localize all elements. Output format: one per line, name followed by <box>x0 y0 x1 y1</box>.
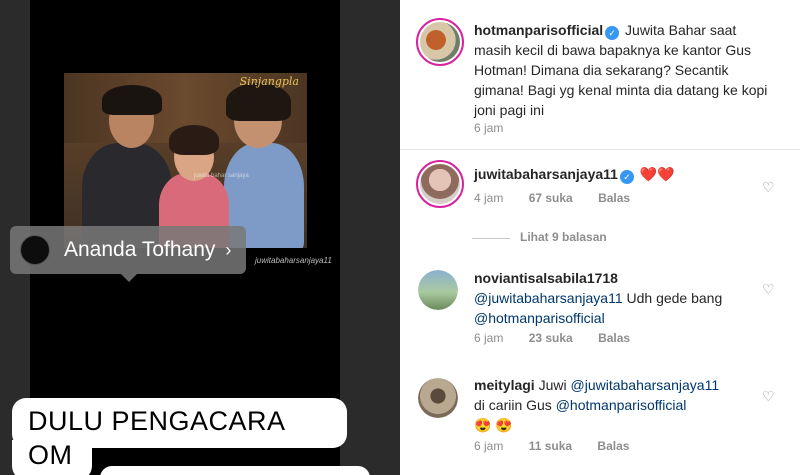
replies-line <box>472 238 510 239</box>
reply-button[interactable]: Balas <box>598 331 630 345</box>
comment-text: meitylagi Juwi @juwitabaharsanjaya11 di … <box>474 377 720 433</box>
heart-icon[interactable]: ♡ <box>762 282 776 296</box>
mention-avatar <box>20 235 50 265</box>
caption-meta: 6 jam <box>474 121 525 135</box>
comment-meta: 6 jam 23 suka Balas <box>474 331 631 345</box>
comment-avatar[interactable] <box>418 270 458 310</box>
comment-avatar[interactable] <box>418 378 458 418</box>
view-replies-button[interactable]: Lihat 9 balasan <box>520 230 607 244</box>
comment-meta: 4 jam 67 suka Balas <box>474 191 631 205</box>
mention-link[interactable]: @juwitabaharsanjaya11 <box>571 377 720 393</box>
caption-username[interactable]: hotmanparisofficial <box>474 22 603 38</box>
comment-username[interactable]: juwitabaharsanjaya11 <box>474 166 618 182</box>
comment-username[interactable]: noviantisalsabila1718 <box>474 270 618 286</box>
mention-tag[interactable]: Ananda Tofhany › <box>10 226 246 274</box>
reply-button[interactable]: Balas <box>597 439 629 453</box>
comment-meta: 6 jam 11 suka Balas <box>474 439 630 453</box>
heart-icon[interactable]: ♡ <box>762 389 776 403</box>
caption-time: 6 jam <box>474 121 504 135</box>
story-photo: Sinjangpla juwita bahar sanjaya <box>64 73 307 248</box>
comment-username[interactable]: meitylagi <box>474 377 535 393</box>
comment-avatar[interactable] <box>416 160 464 208</box>
mention-link[interactable]: @juwitabaharsanjaya11 <box>474 290 623 306</box>
likes-count[interactable]: 67 suka <box>529 191 573 205</box>
screen: Sinjangpla juwita bahar sanjaya juwitaba… <box>0 0 800 475</box>
heart-icon[interactable]: ♡ <box>762 180 776 194</box>
verified-icon: ✓ <box>605 26 620 40</box>
photo-caption: juwitabaharsanjaya11 <box>255 256 332 265</box>
verified-icon: ✓ <box>619 170 634 184</box>
mention-name: Ananda Tofhany <box>64 238 216 261</box>
mention-link[interactable]: @hotmanparisofficial <box>556 397 687 413</box>
comments-panel: hotmanparisofficial ✓ Juwita Bahar saat m… <box>400 0 800 475</box>
likes-count[interactable]: 23 suka <box>529 331 573 345</box>
comment-text: juwitabaharsanjaya11 ✓ ❤️❤️ <box>474 166 675 184</box>
photo-brand-logo: Sinjangpla <box>239 75 299 88</box>
photo-watermark: juwita bahar sanjaya <box>194 173 249 179</box>
text-sticker-line2: OM <box>12 440 92 475</box>
mention-link[interactable]: @hotmanparisofficial <box>474 310 605 326</box>
emoji-text: 😍 😍 <box>474 417 513 433</box>
text-sticker-line3 <box>100 466 370 475</box>
divider <box>400 149 800 150</box>
mention-pointer <box>121 274 137 282</box>
likes-count[interactable]: 11 suka <box>529 439 572 453</box>
reply-button[interactable]: Balas <box>598 191 630 205</box>
caption-avatar[interactable] <box>416 18 464 66</box>
caption-text: hotmanparisofficial ✓ Juwita Bahar saat m… <box>474 22 768 118</box>
comment-text: noviantisalsabila1718 @juwitabaharsanjay… <box>474 270 723 326</box>
story-panel: Sinjangpla juwita bahar sanjaya juwitaba… <box>0 0 400 475</box>
chevron-right-icon: › <box>225 239 232 260</box>
